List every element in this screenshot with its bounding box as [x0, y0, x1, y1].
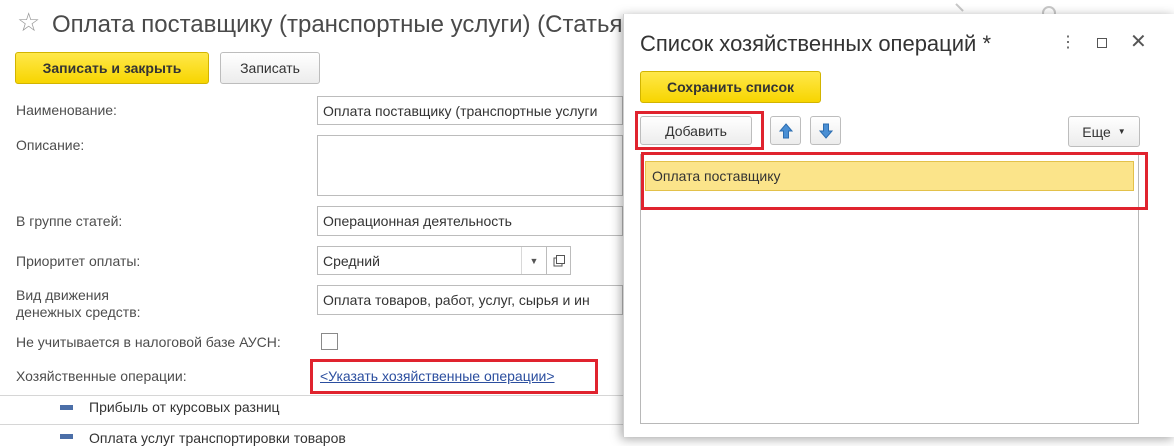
priority-value: Средний [323, 252, 380, 269]
move-down-button[interactable] [810, 116, 841, 145]
group-field[interactable]: Операционная деятельность [317, 206, 623, 236]
priority-select[interactable]: Средний ▼ [317, 246, 547, 275]
move-up-button[interactable] [770, 116, 801, 145]
save-list-button[interactable]: Сохранить список [640, 71, 821, 103]
more-label: Еще [1082, 123, 1111, 140]
chevron-down-icon[interactable]: ▼ [521, 247, 546, 274]
name-field[interactable]: Оплата поставщику (транспортные услуги [317, 96, 623, 125]
favorite-star-icon[interactable]: ☆ [17, 7, 40, 37]
tax-checkbox[interactable] [321, 333, 338, 350]
maximize-icon[interactable] [1097, 38, 1107, 48]
form-title: Оплата поставщику (транспортные услуги) … [52, 11, 623, 38]
open-priority-button[interactable] [546, 246, 571, 275]
tax-label: Не учитывается в налоговой базе АУСН: [16, 334, 281, 350]
tree-item-icon [60, 405, 73, 410]
tree-row[interactable]: Прибыль от курсовых разниц [89, 399, 280, 415]
operations-label: Хозяйственные операции: [16, 368, 187, 384]
description-label: Описание: [16, 137, 85, 153]
tree-divider [0, 395, 626, 396]
more-button[interactable]: Еще ▼ [1068, 116, 1140, 147]
description-field[interactable] [317, 135, 623, 196]
highlight-frame-row [641, 152, 1148, 210]
add-button[interactable]: Добавить [640, 116, 752, 145]
name-label: Наименование: [16, 102, 117, 118]
dialog-title: Список хозяйственных операций * [640, 31, 992, 56]
operations-list-dialog: Список хозяйственных операций * ⋮ ✕ Сохр… [623, 14, 1174, 437]
priority-label: Приоритет оплаты: [16, 253, 141, 269]
tree-row[interactable]: Оплата услуг транспортировки товаров [89, 430, 346, 446]
tree-divider [0, 424, 626, 425]
chevron-down-icon: ▼ [1117, 127, 1126, 136]
cashflow-field[interactable]: Оплата товаров, работ, услуг, сырья и ин [317, 285, 623, 315]
save-button[interactable]: Записать [220, 52, 320, 84]
arrow-up-icon [778, 122, 793, 138]
close-icon[interactable]: ✕ [1130, 32, 1147, 52]
group-label: В группе статей: [16, 213, 123, 229]
specify-operations-link[interactable]: <Указать хозяйственные операции> [320, 368, 555, 384]
cashflow-label-line2: денежных средств: [16, 304, 141, 320]
cashflow-label-line1: Вид движения [16, 287, 109, 303]
arrow-down-icon [818, 123, 833, 139]
save-and-close-button[interactable]: Записать и закрыть [15, 52, 209, 84]
more-vertical-icon[interactable]: ⋮ [1060, 33, 1076, 53]
open-window-icon [553, 254, 565, 266]
